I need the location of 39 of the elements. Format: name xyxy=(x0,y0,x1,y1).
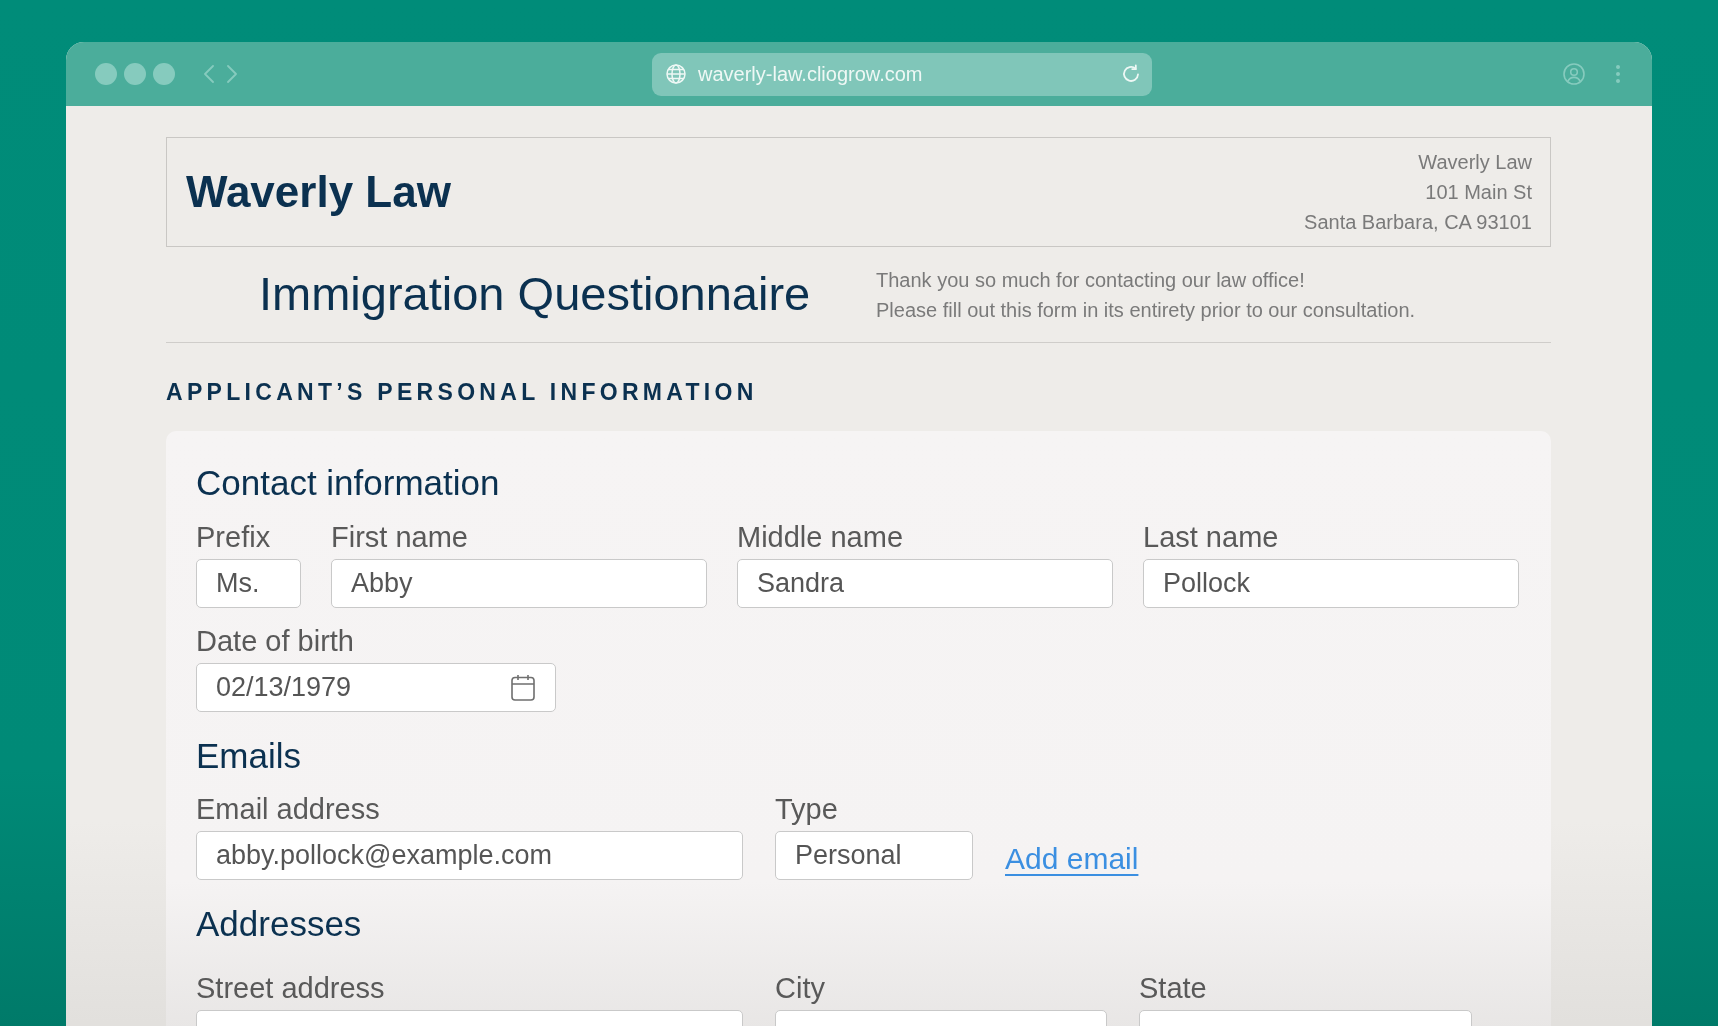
intro-text: Please fill out this form in its entirety prior to our consultation. xyxy=(876,297,1416,323)
input-field[interactable]: Ms. xyxy=(196,558,301,608)
field-label: Middle name xyxy=(737,519,904,554)
group-heading: Emails xyxy=(196,734,302,776)
group-heading: Contact information xyxy=(196,462,500,503)
account-icon[interactable] xyxy=(1563,63,1585,85)
input-field[interactable]: abby.pollock@example.com xyxy=(196,831,743,880)
field-label: State xyxy=(1139,970,1207,1005)
group-heading: Addresses xyxy=(196,903,362,944)
date-field[interactable]: 02/13/1979 xyxy=(196,662,556,712)
url-text: waverly-law.cliogrow.com xyxy=(698,62,923,86)
input-field[interactable]: Personal xyxy=(775,831,973,880)
form-title: Immigration Questionnaire xyxy=(259,266,811,323)
input-field[interactable]: Pollock xyxy=(1143,558,1519,608)
field-label: Street address xyxy=(196,970,385,1005)
window-control-icon[interactable] xyxy=(124,63,146,85)
field-label: Email address xyxy=(196,792,380,826)
field-label: City xyxy=(775,970,825,1005)
window-control-icon[interactable] xyxy=(153,63,175,85)
address-line: Santa Barbara, CA 93101 xyxy=(1304,210,1532,235)
section-title: APPLICANT’S PERSONAL INFORMATION xyxy=(166,380,758,405)
input-field[interactable]: Abby xyxy=(331,558,707,608)
field-label: Type xyxy=(775,792,838,826)
field-label: First name xyxy=(331,519,468,554)
chevron-left-icon[interactable] xyxy=(204,65,214,83)
field-label: Last name xyxy=(1143,519,1279,554)
firm-name: Waverly Law xyxy=(186,167,451,217)
field-label: Date of birth xyxy=(196,623,354,658)
input-field[interactable]: Sandra xyxy=(737,558,1113,608)
field-label: Prefix xyxy=(196,519,271,554)
globe-icon xyxy=(666,64,686,84)
calendar-icon[interactable] xyxy=(511,673,535,701)
address-line: Waverly Law xyxy=(1418,150,1532,175)
address-line: 101 Main St xyxy=(1425,180,1532,205)
more-menu-icon[interactable] xyxy=(1616,65,1620,83)
intro-text: Thank you so much for contacting our law office! xyxy=(876,267,1305,293)
chevron-right-icon[interactable] xyxy=(227,65,237,83)
reload-icon[interactable] xyxy=(1121,64,1141,84)
window-control-icon[interactable] xyxy=(95,63,117,85)
